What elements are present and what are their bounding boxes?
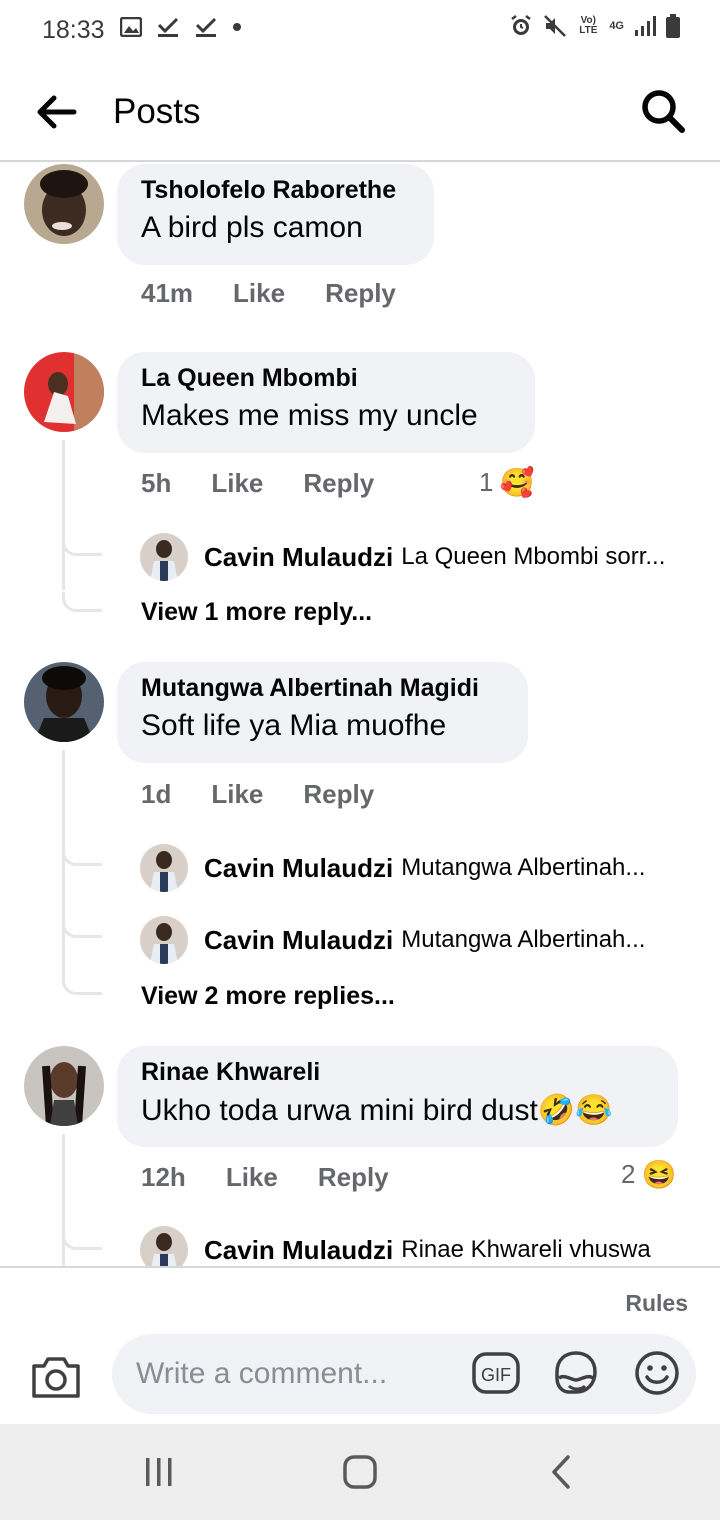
reply-text: La Queen Mbombi sorr... — [401, 543, 666, 570]
comment-time[interactable]: 5h — [141, 468, 171, 499]
view-more-replies[interactable]: View 1 more reply... — [141, 598, 372, 627]
camera-icon[interactable] — [30, 1354, 82, 1400]
comment-meta: 5h Like Reply — [141, 468, 374, 499]
back-arrow-icon[interactable] — [34, 90, 78, 134]
recent-apps-icon[interactable] — [139, 1452, 179, 1492]
reaction-summary[interactable]: 2 😆 — [621, 1158, 676, 1191]
dot-icon — [233, 23, 241, 31]
comment-composer: Rules GIF — [0, 1266, 720, 1424]
reply-button[interactable]: Reply — [303, 468, 374, 499]
thread-line — [62, 1134, 65, 1266]
comment-text: Ukho toda urwa mini bird dust🤣😂 — [141, 1094, 613, 1127]
smiley-icon[interactable] — [632, 1348, 682, 1398]
page-title: Posts — [113, 92, 201, 131]
comment-input[interactable] — [112, 1334, 696, 1414]
header: Posts — [0, 60, 720, 162]
back-icon[interactable] — [542, 1452, 582, 1492]
reaction-count: 2 — [621, 1159, 636, 1189]
comment-meta: 12h Like Reply — [141, 1162, 389, 1193]
comment-text: Soft life ya Mia muofhe — [141, 709, 447, 742]
reply-author[interactable]: Cavin Mulaudzi — [204, 925, 393, 956]
thread-connector — [62, 846, 102, 866]
thread-connector — [62, 1230, 102, 1250]
thread-connector — [62, 592, 102, 612]
like-button[interactable]: Like — [211, 468, 263, 499]
thread-connector — [62, 918, 102, 938]
reply-text: Mutangwa Albertinah... — [401, 854, 646, 881]
thread-connector — [62, 975, 102, 995]
battery-icon — [666, 14, 680, 38]
comment-time[interactable]: 12h — [141, 1162, 186, 1193]
rules-link[interactable]: Rules — [625, 1290, 688, 1317]
comments-list: Tsholofelo Raborethe A bird pls camon 41… — [0, 162, 720, 1266]
volte-icon: Vo) LTE — [579, 15, 598, 36]
avatar[interactable] — [24, 662, 104, 742]
laughing-emoji-icon: 😆 — [641, 1159, 677, 1190]
like-button[interactable]: Like — [211, 779, 263, 810]
avatar[interactable] — [24, 352, 104, 432]
hug-emoji-icon: 🥰 — [499, 467, 535, 498]
reply-author[interactable]: Cavin Mulaudzi — [204, 1235, 393, 1266]
image-icon — [120, 17, 142, 37]
check-icon — [157, 17, 179, 37]
comment-author[interactable]: Mutangwa Albertinah Magidi — [141, 674, 504, 703]
reply-text: Mutangwa Albertinah... — [401, 926, 646, 953]
comment-author[interactable]: Rinae Khwareli — [141, 1058, 654, 1087]
view-more-replies[interactable]: View 2 more replies... — [141, 982, 395, 1011]
gif-label: GIF — [481, 1365, 511, 1385]
reply-button[interactable]: Reply — [325, 278, 396, 309]
comment-author[interactable]: La Queen Mbombi — [141, 364, 511, 393]
comment-bubble[interactable]: Tsholofelo Raborethe A bird pls camon — [117, 164, 434, 265]
avatar[interactable] — [24, 1046, 104, 1126]
reply-author[interactable]: Cavin Mulaudzi — [204, 853, 393, 884]
avatar[interactable] — [140, 533, 188, 581]
reply-row[interactable]: Cavin Mulaudzi Mutangwa Albertinah... — [140, 916, 645, 964]
avatar[interactable] — [140, 1226, 188, 1266]
gif-button[interactable]: GIF — [471, 1348, 521, 1398]
comment-text: Makes me miss my uncle — [141, 399, 478, 432]
avatar[interactable] — [140, 916, 188, 964]
status-time: 18:33 — [42, 16, 105, 44]
comment-bubble[interactable]: Mutangwa Albertinah Magidi Soft life ya … — [117, 662, 528, 763]
reply-author[interactable]: Cavin Mulaudzi — [204, 542, 393, 573]
reply-row[interactable]: Cavin Mulaudzi Rinae Khwareli vhuswa — [140, 1226, 651, 1266]
like-button[interactable]: Like — [233, 278, 285, 309]
check-icon — [195, 17, 217, 37]
comment-bubble[interactable]: La Queen Mbombi Makes me miss my uncle — [117, 352, 535, 453]
signal-icon — [635, 16, 656, 36]
search-icon[interactable] — [640, 88, 686, 134]
comment-meta: 41m Like Reply — [141, 278, 396, 309]
status-right-icons: Vo) LTE 4G — [509, 14, 680, 38]
thread-connector — [62, 536, 102, 556]
system-nav-bar — [0, 1424, 720, 1520]
comment-author[interactable]: Tsholofelo Raborethe — [141, 176, 410, 205]
comment-time[interactable]: 41m — [141, 278, 193, 309]
comment-time[interactable]: 1d — [141, 779, 171, 810]
comment-text: A bird pls camon — [141, 211, 363, 244]
thread-line — [62, 750, 65, 980]
avatar[interactable] — [24, 164, 104, 244]
status-bar: 18:33 Vo) LTE 4G — [0, 0, 720, 60]
reply-button[interactable]: Reply — [303, 779, 374, 810]
like-button[interactable]: Like — [226, 1162, 278, 1193]
avatar[interactable] — [140, 844, 188, 892]
thread-line — [62, 440, 65, 590]
reply-button[interactable]: Reply — [318, 1162, 389, 1193]
alarm-icon — [511, 15, 532, 35]
status-left-icons — [120, 16, 242, 38]
reply-row[interactable]: Cavin Mulaudzi Mutangwa Albertinah... — [140, 844, 645, 892]
reaction-summary[interactable]: 1 🥰 — [479, 466, 534, 499]
sticker-icon[interactable] — [551, 1348, 601, 1398]
comment-meta: 1d Like Reply — [141, 779, 374, 810]
reply-row[interactable]: Cavin Mulaudzi La Queen Mbombi sorr... — [140, 533, 665, 581]
4g-icon: 4G — [609, 20, 624, 32]
home-icon[interactable] — [340, 1452, 380, 1492]
mute-icon — [544, 15, 567, 37]
comment-bubble[interactable]: Rinae Khwareli Ukho toda urwa mini bird … — [117, 1046, 678, 1147]
reply-text: Rinae Khwareli vhuswa — [401, 1236, 651, 1263]
reaction-count: 1 — [479, 467, 494, 497]
